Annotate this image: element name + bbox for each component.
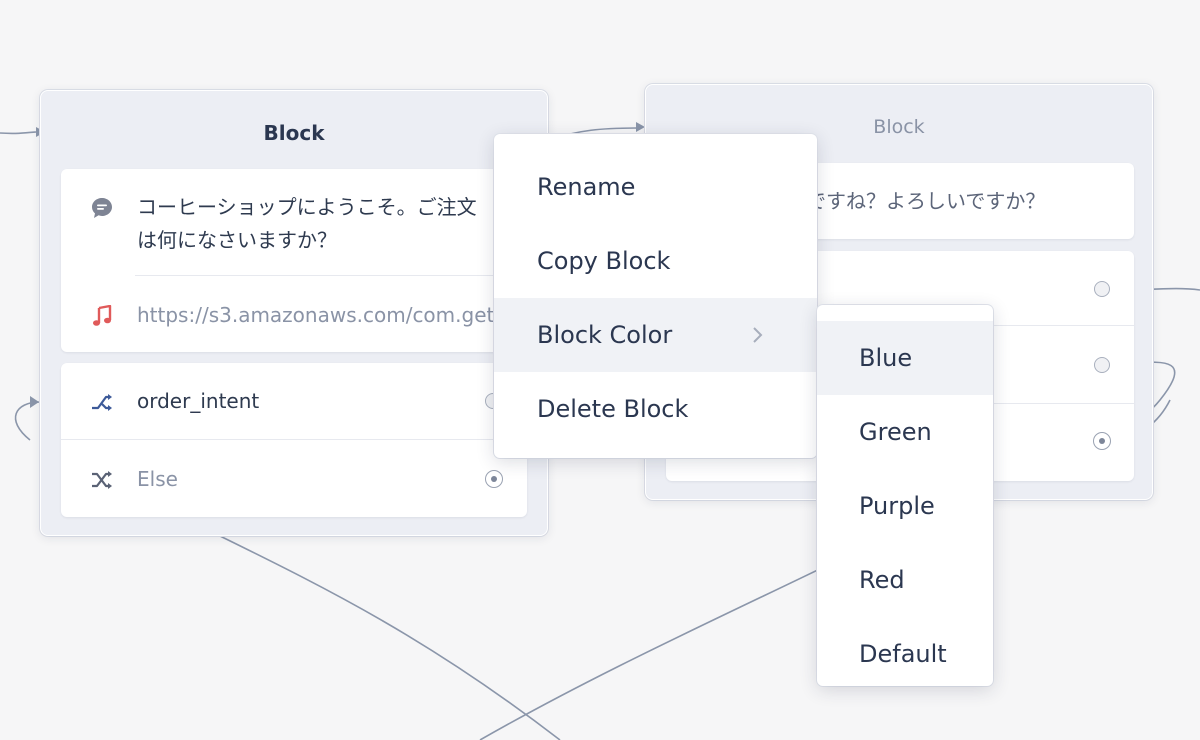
message-card[interactable]: コーヒーショップにようこそ。ご注文 は何になさいますか？ https://s3.…	[61, 169, 527, 352]
color-option-default[interactable]: Default	[817, 617, 993, 691]
chevron-right-icon	[753, 327, 763, 343]
audio-row[interactable]: https://s3.amazonaws.com/com.get.	[61, 299, 527, 332]
flow-canvas[interactable]: Block コーヒーショップにようこそ。ご注文 は何になさいますか？ https…	[0, 0, 1200, 740]
menu-item-block-color-label: Block Color	[537, 321, 673, 349]
speech-row[interactable]: コーヒーショップにようこそ。ご注文 は何になさいますか？	[61, 191, 527, 261]
color-option-blue[interactable]: Blue	[817, 321, 993, 395]
block-context-menu: Rename Copy Block Block Color Delete Blo…	[494, 134, 817, 458]
intent-label-order: order_intent	[137, 389, 260, 413]
intent-row-order[interactable]: order_intent	[61, 385, 527, 418]
message-line-2: は何になさいますか？	[137, 228, 337, 252]
intent-divider	[61, 439, 527, 440]
intent-port-else[interactable]	[485, 470, 503, 488]
message-text: ですね？よろしいですか？	[806, 189, 1046, 213]
intent-card[interactable]: order_intent Else	[61, 363, 527, 517]
color-option-purple[interactable]: Purple	[817, 469, 993, 543]
intent-port-3[interactable]	[1093, 432, 1111, 450]
color-option-red[interactable]: Red	[817, 543, 993, 617]
menu-item-rename[interactable]: Rename	[494, 150, 817, 224]
intent-row-else[interactable]: Else	[61, 463, 527, 496]
message-line-1: コーヒーショップにようこそ。ご注文	[137, 195, 477, 219]
menu-item-copy-block[interactable]: Copy Block	[494, 224, 817, 298]
intent-port-2[interactable]	[1094, 357, 1110, 373]
color-option-green[interactable]: Green	[817, 395, 993, 469]
audio-url: https://s3.amazonaws.com/com.get.	[137, 303, 497, 327]
shuffle-else-icon	[89, 467, 115, 493]
block-title[interactable]: Block	[41, 121, 547, 145]
message-divider	[135, 275, 527, 276]
block-color-submenu: Blue Green Purple Red Default	[817, 305, 993, 686]
menu-item-block-color[interactable]: Block Color	[494, 298, 817, 372]
menu-item-delete-block[interactable]: Delete Block	[494, 372, 817, 446]
flow-block-left[interactable]: Block コーヒーショップにようこそ。ご注文 は何になさいますか？ https…	[40, 90, 548, 536]
music-note-icon	[89, 303, 115, 329]
shuffle-icon	[89, 389, 115, 415]
intent-port-1[interactable]	[1094, 281, 1110, 297]
speech-bubble-icon	[89, 195, 115, 221]
intent-label-else: Else	[137, 467, 178, 491]
